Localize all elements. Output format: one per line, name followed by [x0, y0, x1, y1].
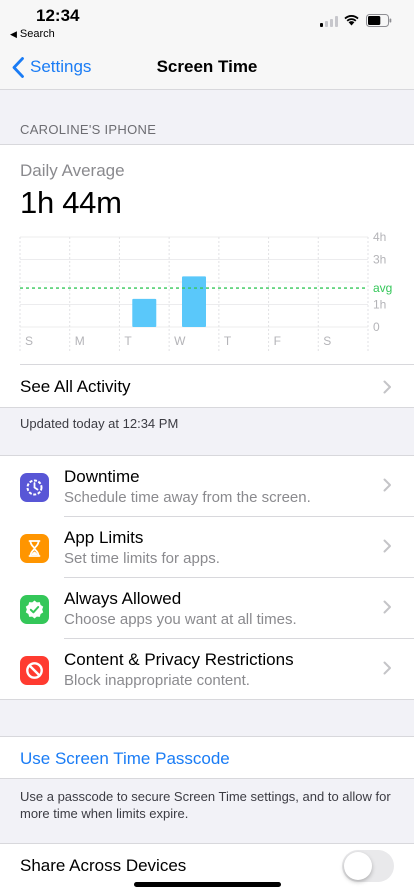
signal-bar [325, 21, 328, 27]
passcode-footnote: Use a passcode to secure Screen Time set… [20, 789, 391, 821]
feature-title: Downtime [64, 467, 140, 486]
daily-average-value: 1h 44m [20, 185, 122, 220]
divider [20, 364, 414, 365]
status-time: 12:34 [36, 6, 80, 25]
feature-title: App Limits [64, 528, 144, 547]
wifi-icon [344, 15, 359, 26]
status-back-to-app[interactable]: ◀ Search [10, 28, 55, 40]
chart-y-tick-label: 4h [373, 231, 386, 244]
updated-timestamp: Updated today at 12:34 PM [20, 416, 179, 431]
chart-x-tick-label: W [174, 334, 186, 348]
home-indicator [134, 882, 281, 887]
battery-icon [366, 14, 392, 27]
chevron-right-icon [383, 600, 392, 619]
signal-bar [330, 19, 333, 27]
chart-y-tick-label: 0 [373, 320, 380, 334]
status-bar: 12:34 ◀ Search [0, 0, 414, 44]
chart-y-tick-label: 1h [373, 298, 386, 312]
chart-x-tick-label: S [323, 334, 331, 348]
feature-subtitle: Block inappropriate content. [64, 672, 250, 689]
device-section-header: CAROLINE'S IPHONE [20, 122, 157, 137]
chart-bar-t-2 [132, 298, 157, 327]
downtime-icon [20, 473, 49, 502]
share-across-devices-label: Share Across Devices [20, 856, 187, 875]
back-triangle-icon: ◀ [10, 29, 17, 39]
feature-subtitle: Schedule time away from the screen. [64, 489, 311, 506]
restriction-icon [20, 656, 49, 685]
feature-row-restriction[interactable]: Content & Privacy Restrictions Block inap… [0, 639, 414, 700]
chart-y-tick-label: 3h [373, 253, 386, 267]
navigation-bar: Settings Screen Time [0, 44, 414, 90]
chevron-right-icon [383, 661, 392, 680]
use-passcode-link[interactable]: Use Screen Time Passcode [20, 749, 230, 769]
feature-subtitle: Choose apps you want at all times. [64, 611, 297, 628]
status-back-label: Search [19, 28, 55, 40]
chevron-right-icon [383, 478, 392, 497]
feature-row-hourglass[interactable]: App Limits Set time limits for apps. [0, 517, 414, 578]
chart-average-label: avg [373, 281, 392, 295]
features-list: Downtime Schedule time away from the scre… [0, 455, 414, 700]
chevron-right-icon [383, 539, 392, 558]
chart-x-tick-label: T [224, 334, 232, 348]
chart-bar-w-3 [182, 276, 206, 327]
feature-row-checkmark-badge[interactable]: Always Allowed Choose apps you want at al… [0, 578, 414, 639]
see-all-activity-button[interactable]: See All Activity [20, 377, 131, 397]
chevron-right-icon [383, 380, 391, 394]
feature-title: Always Allowed [64, 589, 182, 608]
chart-x-tick-label: S [25, 334, 33, 348]
page-title: Screen Time [156, 57, 258, 76]
chart-x-tick-label: T [124, 334, 132, 348]
feature-title: Content & Privacy Restrictions [64, 650, 294, 669]
checkmark-badge-icon [20, 595, 49, 624]
toggle-knob [344, 852, 372, 880]
hourglass-icon [20, 534, 49, 563]
signal-bar [320, 23, 323, 27]
chart-x-tick-label: F [274, 334, 281, 348]
feature-row-downtime[interactable]: Downtime Schedule time away from the scre… [0, 456, 414, 517]
chart-x-tick-label: M [75, 334, 85, 348]
signal-bar [335, 16, 338, 27]
daily-average-label: Daily Average [20, 161, 125, 180]
share-across-devices-row: Share Across Devices [0, 843, 414, 896]
usage-card: Daily Average 1h 44m avg 0 1h 3h 4h S M T W T F S S… [0, 144, 414, 408]
usage-chart[interactable]: avg 0 1h 3h 4h S M T W T F S [0, 231, 414, 351]
feature-subtitle: Set time limits for apps. [64, 550, 220, 567]
cellular-signal-icon [320, 15, 340, 27]
passcode-card: Use Screen Time Passcode [0, 736, 414, 779]
share-across-devices-toggle[interactable] [342, 850, 394, 882]
